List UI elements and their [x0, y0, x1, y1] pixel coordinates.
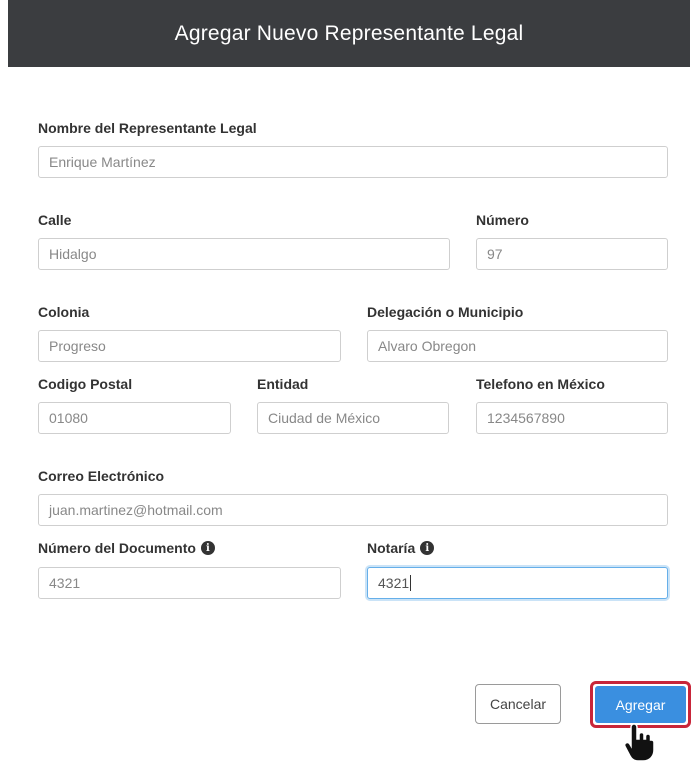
- correo-label: Correo Electrónico: [38, 468, 164, 484]
- colonia-label: Colonia: [38, 304, 89, 320]
- notaria-label-text: Notaría: [367, 540, 416, 556]
- codigo-postal-input[interactable]: 01080: [38, 402, 231, 434]
- modal-title: Agregar Nuevo Representante Legal: [174, 21, 524, 45]
- calle-input[interactable]: Hidalgo: [38, 238, 450, 270]
- notaria-input[interactable]: 4321: [367, 567, 668, 599]
- numero-value: 97: [487, 246, 503, 262]
- num-documento-value: 4321: [49, 575, 81, 591]
- telefono-label-text: Telefono en México: [476, 376, 605, 392]
- calle-label: Calle: [38, 212, 71, 228]
- delegacion-value: Alvaro Obregon: [378, 338, 477, 354]
- colonia-value: Progreso: [49, 338, 106, 354]
- nombre-label-text: Nombre del Representante Legal: [38, 120, 257, 136]
- nombre-value: Enrique Martínez: [49, 154, 156, 170]
- add-button-label: Agregar: [615, 696, 666, 713]
- correo-input[interactable]: juan.martinez@hotmail.com: [38, 494, 668, 526]
- num-documento-input[interactable]: 4321: [38, 567, 341, 599]
- nombre-input[interactable]: Enrique Martínez: [38, 146, 668, 178]
- numero-label: Número: [476, 212, 529, 228]
- notaria-label: Notaría i: [367, 540, 435, 556]
- numero-input[interactable]: 97: [476, 238, 668, 270]
- cancel-button-label: Cancelar: [489, 696, 547, 712]
- colonia-label-text: Colonia: [38, 304, 90, 320]
- correo-value: juan.martinez@hotmail.com: [49, 502, 223, 518]
- delegacion-input[interactable]: Alvaro Obregon: [367, 330, 668, 362]
- codigo-postal-value: 01080: [49, 410, 88, 426]
- numero-label-text: Número: [476, 212, 529, 228]
- entidad-input[interactable]: Ciudad de México: [257, 402, 449, 434]
- entidad-label: Entidad: [257, 376, 308, 392]
- calle-value: Hidalgo: [49, 246, 97, 262]
- codigo-postal-label: Codigo Postal: [38, 376, 132, 392]
- add-button[interactable]: Agregar: [595, 686, 686, 723]
- info-circle-icon[interactable]: i: [200, 541, 215, 555]
- notaria-value: 4321: [378, 575, 410, 591]
- info-circle-icon[interactable]: i: [420, 541, 435, 555]
- telefono-value: 1234567890: [487, 410, 565, 426]
- entidad-value: Ciudad de México: [268, 410, 381, 426]
- codigo-postal-label-text: Codigo Postal: [38, 376, 133, 392]
- delegacion-label-text: Delegación o Municipio: [367, 304, 524, 320]
- cancel-button[interactable]: Cancelar: [475, 684, 561, 724]
- telefono-label: Telefono en México: [476, 376, 605, 392]
- num-documento-label-text: Número del Documento: [38, 540, 196, 556]
- hand-pointer-icon: [623, 723, 655, 762]
- modal-header: Agregar Nuevo Representante Legal: [8, 0, 690, 67]
- delegacion-label: Delegación o Municipio: [367, 304, 523, 320]
- nombre-label: Nombre del Representante Legal: [38, 120, 257, 136]
- text-caret: [410, 575, 412, 591]
- add-button-highlight: Agregar: [590, 681, 691, 728]
- entidad-label-text: Entidad: [257, 376, 309, 392]
- calle-label-text: Calle: [38, 212, 72, 228]
- colonia-input[interactable]: Progreso: [38, 330, 341, 362]
- telefono-input[interactable]: 1234567890: [476, 402, 668, 434]
- num-documento-label: Número del Documento i: [38, 540, 215, 556]
- correo-label-text: Correo Electrónico: [38, 468, 165, 484]
